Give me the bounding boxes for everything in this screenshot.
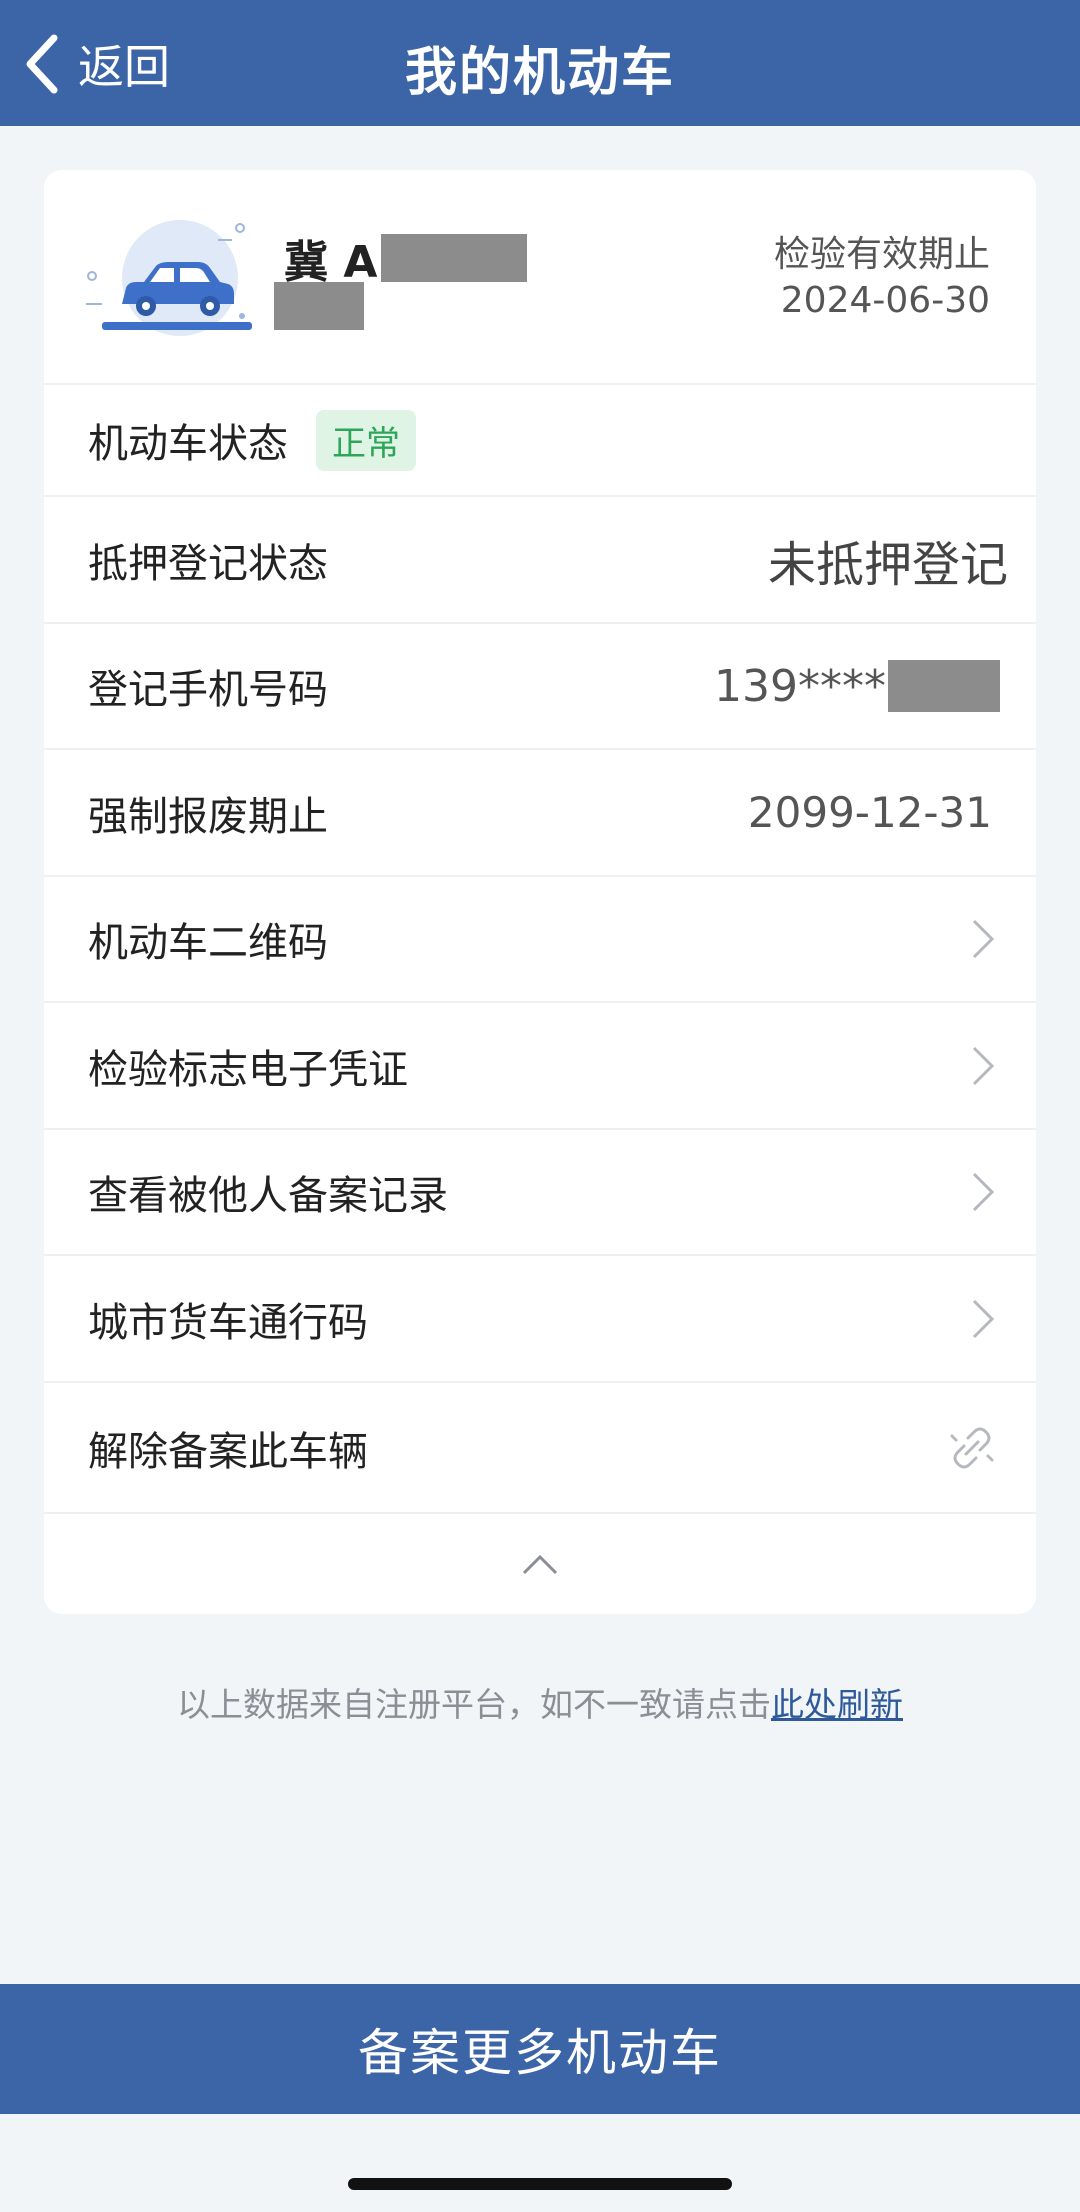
row-label: 抵押登记状态 xyxy=(88,540,328,587)
license-plate: 冀 A xyxy=(284,226,528,290)
chevron-right-icon xyxy=(972,1172,995,1212)
row-vehicle-qr-code[interactable]: 机动车二维码 xyxy=(44,877,1036,1003)
refresh-link[interactable]: 此处刷新 xyxy=(771,1685,903,1724)
row-phone: 登记手机号码 139**** xyxy=(44,624,1036,750)
home-indicator xyxy=(348,2178,732,2190)
row-truck-pass-code[interactable]: 城市货车通行码 xyxy=(44,1256,1036,1383)
row-label: 强制报废期止 xyxy=(88,793,328,840)
row-inspection-certificate[interactable]: 检验标志电子凭证 xyxy=(44,1003,1036,1130)
row-unbind-vehicle[interactable]: 解除备案此车辆 xyxy=(44,1383,1036,1514)
inspection-date: 2024-06-30 xyxy=(780,280,990,321)
mortgage-value: 未抵押登记 xyxy=(767,536,1008,593)
phone-redaction xyxy=(888,660,1000,712)
plate-redaction xyxy=(381,234,528,282)
scrap-date-value: 2099-12-31 xyxy=(747,788,992,837)
phone-number: 139**** xyxy=(714,660,886,712)
chevron-right-icon xyxy=(972,919,995,959)
page-title: 我的机动车 xyxy=(404,43,675,103)
row-mortgage-status: 抵押登记状态 未抵押登记 xyxy=(44,497,1036,624)
collapse-button[interactable] xyxy=(44,1514,1036,1614)
row-vehicle-status: 机动车状态 正常 xyxy=(44,385,1036,497)
row-label: 城市货车通行码 xyxy=(88,1299,368,1346)
row-label: 机动车状态 xyxy=(88,421,288,467)
car-icon xyxy=(86,220,252,336)
inspection-label: 检验有效期止 xyxy=(773,234,990,275)
vehicle-type-redaction xyxy=(274,282,364,330)
vehicle-header: 冀 A 检验有效期止 2024-06-30 xyxy=(44,170,1036,385)
plate-prefix: 冀 A xyxy=(284,237,378,288)
footnote-text: 以上数据来自注册平台，如不一致请点击 xyxy=(177,1685,771,1724)
vehicle-card: 冀 A 检验有效期止 2024-06-30 机动车状态 正常 抵押登记状态 未抵… xyxy=(44,170,1036,1614)
phone-value: 139**** xyxy=(714,660,1000,712)
row-label: 机动车二维码 xyxy=(88,920,328,966)
row-label: 解除备案此车辆 xyxy=(88,1428,368,1475)
top-nav-bar: 返回 我的机动车 xyxy=(0,0,1080,126)
chevron-up-icon xyxy=(522,1554,558,1575)
status-badge: 正常 xyxy=(316,409,416,471)
row-label: 查看被他人备案记录 xyxy=(88,1173,448,1219)
unlink-icon xyxy=(950,1427,994,1468)
row-scrap-date: 强制报废期止 2099-12-31 xyxy=(44,750,1036,877)
row-label: 检验标志电子凭证 xyxy=(88,1046,408,1093)
inspection-validity: 检验有效期止 2024-06-30 xyxy=(774,232,990,324)
add-vehicle-button[interactable]: 备案更多机动车 xyxy=(0,1984,1080,2114)
row-label: 登记手机号码 xyxy=(88,667,328,713)
chevron-right-icon xyxy=(972,1299,995,1338)
chevron-right-icon xyxy=(972,1046,995,1085)
row-filing-records[interactable]: 查看被他人备案记录 xyxy=(44,1130,1036,1256)
data-source-note: 以上数据来自注册平台，如不一致请点击此处刷新 xyxy=(0,1678,1080,1726)
